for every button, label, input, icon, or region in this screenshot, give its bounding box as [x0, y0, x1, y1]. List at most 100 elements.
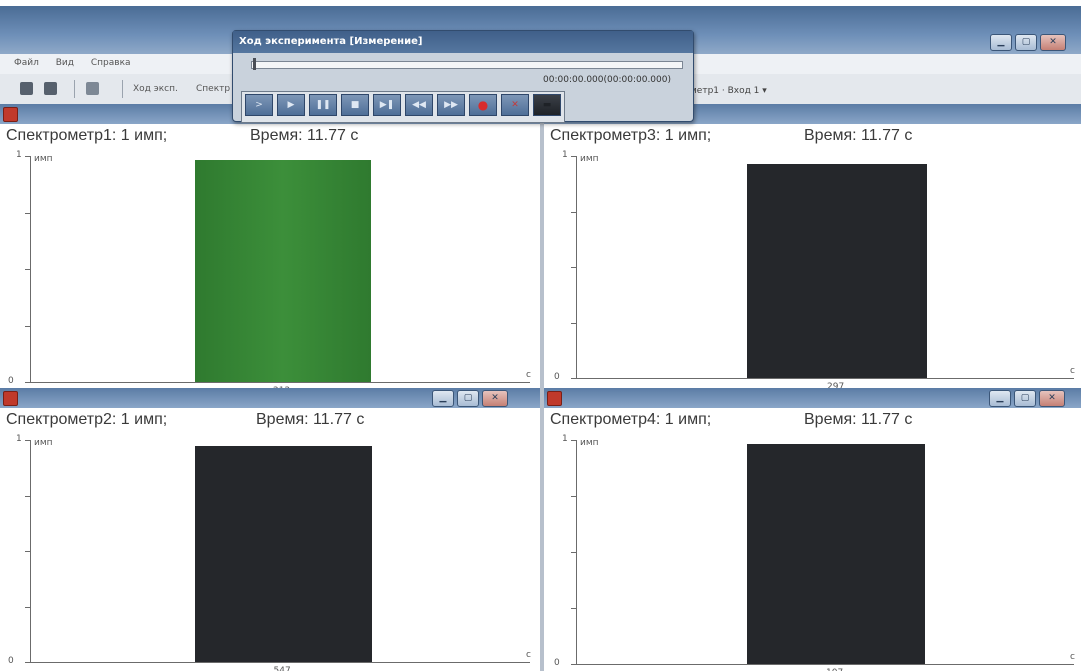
- panel-header: Спектрометр3: 1 имп; Время: 11.77 с: [544, 124, 1081, 148]
- y-tick: [25, 213, 30, 214]
- count-bar: [747, 444, 925, 664]
- chevron-down-icon: ▾: [762, 86, 767, 96]
- channel-select-value: метр1 · Вход 1: [690, 86, 760, 96]
- panel-window-controls: ▁ ▢ ✕: [432, 390, 508, 407]
- y-tick: [571, 212, 576, 213]
- bar-chart: 1 имп 0 с 297: [544, 150, 1081, 390]
- stop-icon[interactable]: ■: [341, 94, 369, 116]
- panel-window-controls: ▁ ▢ ✕: [989, 390, 1065, 407]
- close-icon[interactable]: ✕: [501, 94, 529, 116]
- y-max-label: 1: [562, 434, 568, 444]
- bar-chart: 1 имп 0 с 547: [0, 434, 540, 671]
- x-value-label: 547: [273, 666, 291, 671]
- app-icon: [3, 107, 18, 122]
- y-unit-label: имп: [580, 438, 599, 448]
- minimize-icon[interactable]: ▁: [990, 34, 1012, 51]
- measurement-time: Время: 11.77 с: [256, 411, 365, 428]
- step-forward-icon[interactable]: ▶❚: [373, 94, 401, 116]
- y-tick: [571, 156, 576, 157]
- screen-icon[interactable]: ▬: [533, 94, 561, 116]
- x-axis: [30, 382, 530, 383]
- toolbar-separator: [74, 80, 75, 98]
- main-window-controls: ▁ ▢ ✕: [990, 34, 1066, 51]
- toolbar-spectro-button[interactable]: Спектр: [196, 84, 230, 94]
- y-tick: [571, 440, 576, 441]
- spectrometer-counts: Спектрометр1: 1 имп;: [6, 127, 168, 144]
- y-max-label: 1: [562, 150, 568, 160]
- x-axis: [576, 664, 1074, 665]
- panel-header: Спектрометр4: 1 имп; Время: 11.77 с: [544, 408, 1081, 432]
- menu-help[interactable]: Справка: [91, 58, 131, 68]
- elapsed-time: 00:00:00.000(00:00:00.000): [543, 75, 671, 85]
- transport-controls: > ▶ ❚❚ ■ ▶❚ ◀◀ ▶▶ ● ✕ ▬: [241, 91, 565, 123]
- count-bar: [195, 446, 372, 662]
- y-min-label: 0: [8, 656, 14, 666]
- count-bar: [195, 160, 371, 382]
- progress-track[interactable]: [251, 61, 683, 69]
- minimize-icon[interactable]: ▁: [432, 390, 454, 407]
- app-icon: [3, 391, 18, 406]
- y-tick: [25, 269, 30, 270]
- close-icon[interactable]: ✕: [1040, 34, 1066, 51]
- y-axis: [576, 156, 577, 378]
- menu-file[interactable]: Файл: [14, 58, 39, 68]
- panel-header: Спектрометр2: 1 имп; Время: 11.77 с: [0, 408, 540, 432]
- y-tick: [25, 496, 30, 497]
- x-unit-label: с: [526, 370, 531, 380]
- x-unit-label: с: [526, 650, 531, 660]
- fast-forward-icon[interactable]: ▶▶: [437, 94, 465, 116]
- spectrometer-panel-2: ▁ ▢ ✕ Спектрометр2: 1 имп; Время: 11.77 с 1 им…: [0, 388, 540, 671]
- y-max-label: 1: [16, 434, 22, 444]
- y-tick: [571, 378, 576, 379]
- x-axis: [30, 662, 530, 663]
- maximize-icon[interactable]: ▢: [1014, 390, 1036, 407]
- play-icon[interactable]: ▶: [277, 94, 305, 116]
- y-tick: [571, 323, 576, 324]
- save-icon[interactable]: [44, 82, 57, 95]
- channel-select[interactable]: метр1 · Вход 1 ▾: [690, 86, 767, 96]
- open-icon[interactable]: [20, 82, 33, 95]
- bar-chart: 1имп0с107: [544, 434, 1081, 671]
- y-tick: [571, 267, 576, 268]
- dialog-title: Ход эксперимента [Измерение]: [233, 31, 693, 53]
- pause-icon[interactable]: ❚❚: [309, 94, 337, 116]
- app-icon: [547, 391, 562, 406]
- close-icon[interactable]: ✕: [1039, 390, 1065, 407]
- menu-view[interactable]: Вид: [56, 58, 74, 68]
- close-icon[interactable]: ✕: [482, 390, 508, 407]
- y-axis: [30, 440, 31, 662]
- y-tick: [571, 608, 576, 609]
- experiment-progress-dialog: Ход эксперимента [Измерение] 00:00:00.00…: [232, 30, 694, 123]
- measurement-time: Время: 11.77 с: [804, 411, 913, 428]
- x-unit-label: с: [1070, 652, 1075, 662]
- record-icon[interactable]: ●: [469, 94, 497, 116]
- toolbar-progress-button[interactable]: Ход эксп.: [133, 84, 178, 94]
- y-max-label: 1: [16, 150, 22, 160]
- x-unit-label: с: [1070, 366, 1075, 376]
- maximize-icon[interactable]: ▢: [1015, 34, 1037, 51]
- y-tick: [25, 607, 30, 608]
- y-tick: [571, 552, 576, 553]
- copy-icon[interactable]: [86, 82, 99, 95]
- y-min-label: 0: [8, 376, 14, 386]
- y-tick: [25, 440, 30, 441]
- y-min-label: 0: [554, 658, 560, 668]
- count-bar: [747, 164, 927, 378]
- toolbar-separator: [122, 80, 123, 98]
- spectrometer-panel-3: ▁▢✕Спектрометр3: 1 имп;Время: 11.77 с1им…: [544, 104, 1081, 390]
- rewind-icon[interactable]: ◀◀: [405, 94, 433, 116]
- play-next-icon[interactable]: >: [245, 94, 273, 116]
- y-unit-label: имп: [34, 154, 53, 164]
- bar-chart: 1имп0с212: [0, 150, 540, 390]
- desktop: ▁ ▢ ✕ Файл Вид Справка Ход эксп. Спектр …: [0, 6, 1081, 671]
- spectrometer-counts: Спектрометр3: 1 имп;: [550, 127, 712, 144]
- minimize-icon[interactable]: ▁: [989, 390, 1011, 407]
- maximize-icon[interactable]: ▢: [457, 390, 479, 407]
- y-tick: [25, 326, 30, 327]
- x-axis: [576, 378, 1074, 379]
- spectrometer-panel-4: ▁ ▢ ✕ Спектрометр4: 1 имп; Время: 11.77 с 1 им…: [544, 388, 1081, 671]
- y-tick: [571, 664, 576, 665]
- progress-slider-thumb[interactable]: [253, 58, 256, 70]
- y-axis: [576, 440, 577, 664]
- y-unit-label: имп: [580, 154, 599, 164]
